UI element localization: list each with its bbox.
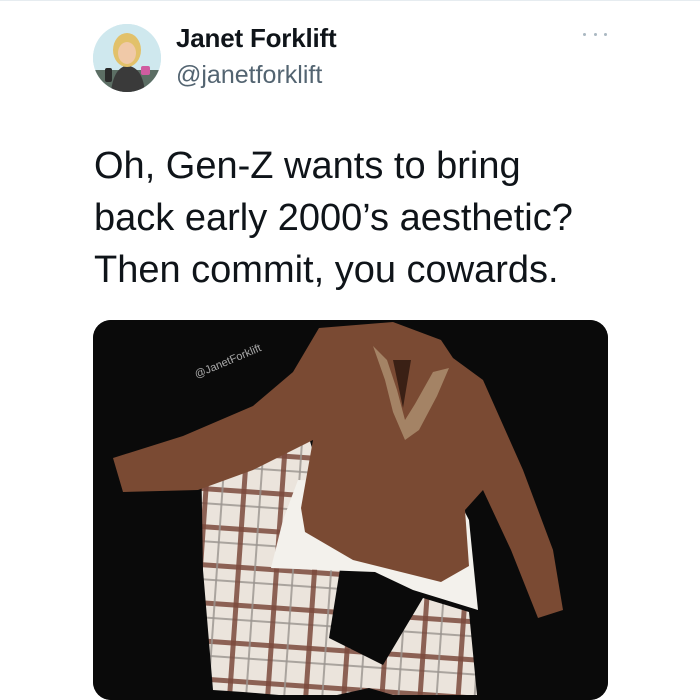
dot (593, 32, 597, 36)
tweet-card: Janet Forklift @janetforklift Oh, Gen-Z … (0, 0, 700, 700)
tweet-text: Oh, Gen-Z wants to bring back early 2000… (94, 140, 654, 296)
tweet-media-photo[interactable]: @JanetForklift (93, 320, 608, 700)
tweet-text-line: back early 2000’s aesthetic? (94, 197, 573, 239)
avatar-image (93, 24, 161, 92)
author-display-name[interactable]: Janet Forklift (176, 23, 337, 54)
ellipsis-icon[interactable] (583, 27, 607, 41)
dot (583, 32, 586, 36)
dot (604, 32, 607, 36)
author-handle[interactable]: @janetforklift (176, 61, 322, 90)
author-avatar[interactable] (93, 24, 161, 92)
tweet-text-line: Then commit, you cowards. (94, 249, 559, 291)
tweet-text-line: Oh, Gen-Z wants to bring (94, 145, 521, 187)
outfit-photo (93, 320, 608, 700)
